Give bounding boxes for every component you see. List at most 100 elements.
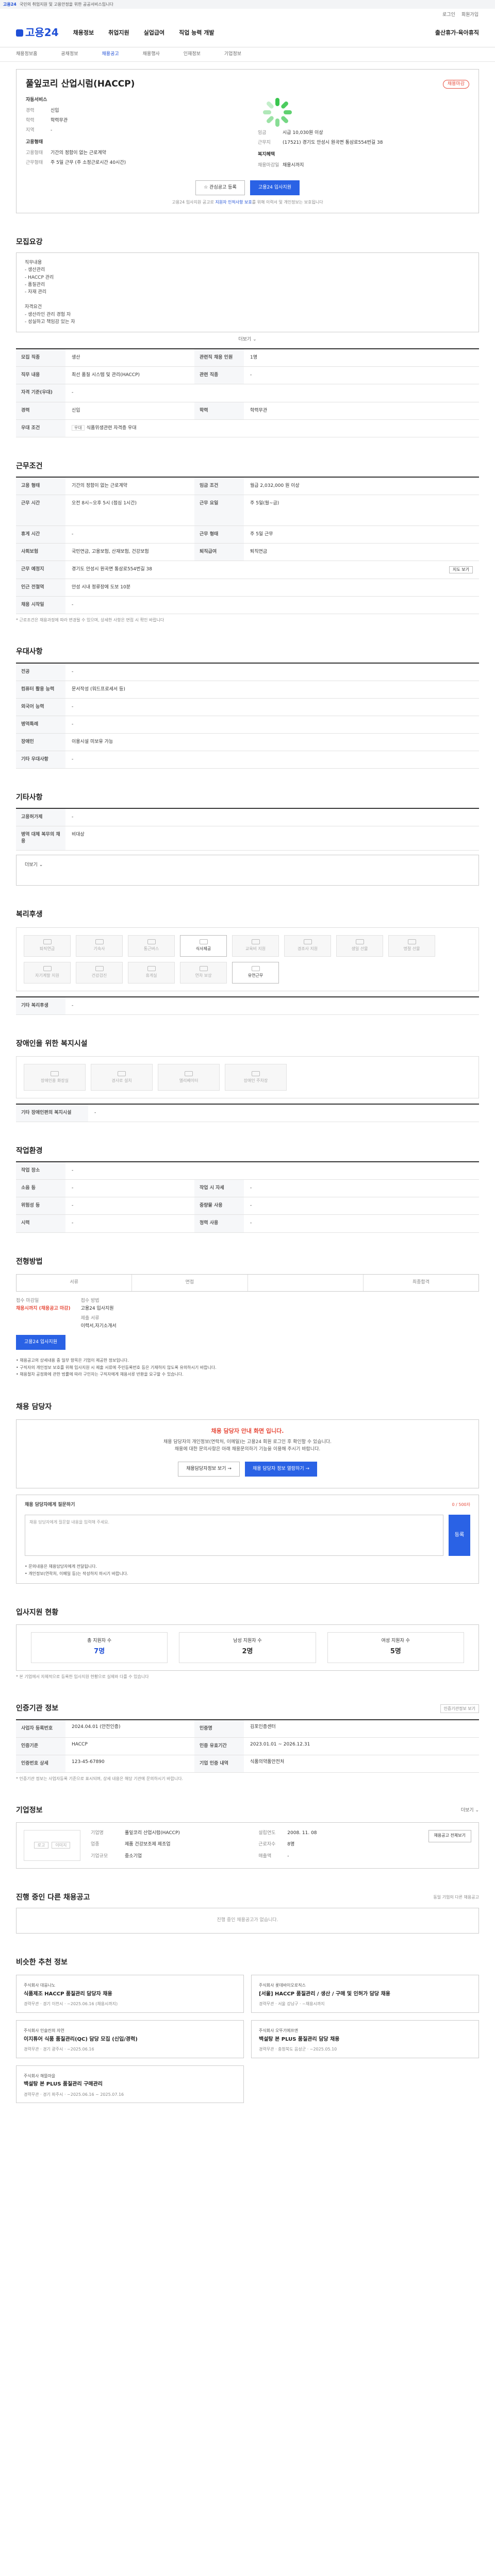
privacy-link[interactable]: 지원자 인적사항 보호 <box>215 200 252 205</box>
welfare-card: 경조사 지원 <box>284 935 331 957</box>
disability-cards: 장애인용 화장실 경사로 설치 엘리베이터 장애인 주차장 <box>16 1056 479 1098</box>
site-logo[interactable]: 고용24 <box>16 25 59 40</box>
reco-card[interactable]: 주식회사 해뜰마을 백설탕 본 PLUS 품질관리 구매관리 경력무관 · 경기 파… <box>16 2065 244 2104</box>
contact-alert: 채용 담당자 안내 화면 입니다. 채용 담당자의 개인정보(연락처, 이메일)… <box>16 1419 479 1488</box>
cert-section: 인증기관 정보 인증기관정보 보기 사업자 등록번호 2024.04.01 (안전인… <box>16 1703 479 1782</box>
table-row: 장애인 이용시설 미보유 가능 <box>16 733 479 751</box>
welfare-icon <box>199 939 208 945</box>
subnav-company[interactable]: 기업정보 <box>224 51 241 58</box>
cert-info-button[interactable]: 인증기관정보 보기 <box>440 1704 479 1714</box>
cert-table: 사업자 등록번호 2024.04.01 (안전인증) 인증명 김포인증센터 인증기준 H… <box>16 1719 479 1773</box>
table-row: 전공 - <box>16 663 479 681</box>
work-section: 근무조건 고용 형태 기간의 정함이 없는 근로계약 임금 조건 월급 2,032,0… <box>16 461 479 623</box>
logo-text: 고용24 <box>25 26 59 39</box>
job-title-row: 풀잎코리 산업시럼(HACCP) 채용마감 <box>26 78 469 91</box>
reco-card[interactable]: 주식회사 대웅나노 식품제조 HACCP 품질관리 담당자 채용 경력무관 · 경기… <box>16 1975 244 2013</box>
etc-more-box: 더보기 ⌄ <box>16 855 479 886</box>
empty-state: 진행 중인 채용공고가 없습니다. <box>16 1907 479 1934</box>
welfare-icon <box>407 939 416 945</box>
section-title: 채용 담당자 <box>16 1402 52 1411</box>
more-button[interactable]: 더보기 ⌄ <box>16 336 479 343</box>
top-notice-bar: 고용24 국민의 취업지원 및 고용안정을 위한 공공서비스입니다 <box>0 0 495 9</box>
reco-card[interactable]: 주식회사 롯데바이오로직스 [서울] HACCP 품질관리 / 생산 / 구매 및… <box>251 1975 479 2013</box>
welfare-card: 건강검진 <box>76 961 123 984</box>
welfare-card: 연차 보상 <box>180 961 227 984</box>
table-row: 모집 직종 생산 관련직 채용 인원 1명 <box>16 349 479 367</box>
stats-box: 총 지원자 수 7명 남성 지원자 수 2명 여성 지원자 수 5명 <box>16 1624 479 1671</box>
header-row: 학력 학력무관 <box>26 117 68 123</box>
welfare-icon <box>43 966 52 972</box>
section-title: 입사지원 현황 <box>16 1608 59 1617</box>
company-logo: 로고 이미지 <box>24 1829 80 1861</box>
company-section: 기업정보 더보기 ⌄ 로고 이미지 기업명 풀잎코리 산업시럼(HACCP) 설립연도… <box>16 1805 479 1869</box>
question-submit-button[interactable]: 등록 <box>449 1515 470 1556</box>
subnav-home[interactable]: 채용정보홈 <box>16 51 37 58</box>
company-card: 로고 이미지 기업명 풀잎코리 산업시럼(HACCP) 설립연도 2008. 11. … <box>16 1822 479 1869</box>
question-textarea[interactable]: 채용 담당자에게 질문할 내용을 입력해 주세요. <box>25 1515 443 1556</box>
table-row: 직무 내용 최선 품질 시스템 및 관리(HACCP) 관련 직종 - <box>16 367 479 385</box>
reco-card[interactable]: 주식회사 인슐린의 자연 이지튜어 식품 품질관리(QC) 담당 모집 (신입/경… <box>16 2020 244 2058</box>
more-button[interactable]: 더보기 ⌄ <box>461 1807 479 1814</box>
gnb-menu-support[interactable]: 취업지원 <box>108 29 129 37</box>
table-row: 컴퓨터 활용 능력 문서작성 (워드프로세서 등) <box>16 681 479 699</box>
table-row: 기타 장애인편의 복지시설 - <box>16 1104 479 1123</box>
table-row: 외국어 능력 - <box>16 698 479 716</box>
gnb-menu-leave[interactable]: 출산휴가·육아휴직 <box>435 29 479 37</box>
privacy-note: 고용24 입사지원 공고로 지원자 인적사항 보호를 위해 이력서 및 개인정보… <box>172 199 323 205</box>
step-item: 서류 <box>16 1274 133 1291</box>
facility-icon <box>185 1071 193 1076</box>
char-counter: 0 / 500자 <box>452 1502 470 1507</box>
welfare-card: 자기계발 지원 <box>24 961 71 984</box>
facility-card: 경사로 설치 <box>91 1063 153 1091</box>
contact-info-button[interactable]: 채용담당자정보 보기 → <box>178 1461 240 1477</box>
reco-card[interactable]: 주식회사 오뚜기에프엔 백설탕 본 PLUS 품질관리 담당 채용 경력무관 · 충… <box>251 2020 479 2058</box>
subnav-public[interactable]: 공채정보 <box>61 51 78 58</box>
section-title: 인증기관 정보 <box>16 1704 59 1713</box>
gnb-menu-jobs[interactable]: 채용정보 <box>73 29 94 37</box>
workenv-section: 작업환경 작업 장소 - 소음 등 - 작업 시 자세 - 위험성 등 - 중량물 사용 - … <box>16 1146 479 1233</box>
contact-view-button[interactable]: 채용 담당자 정보 열람하기 → <box>245 1461 317 1477</box>
subnav-events[interactable]: 채용행사 <box>143 51 160 58</box>
map-button[interactable]: 지도 보기 <box>449 566 473 573</box>
table-row: 기타 우대사항 - <box>16 751 479 769</box>
company-title: 풀잎코리 산업시럼(HACCP) <box>26 79 135 90</box>
section-title: 복리후생 <box>16 910 43 919</box>
section-title: 기업정보 <box>16 1806 43 1815</box>
welfare-icon <box>43 939 52 945</box>
sub-nav: 채용정보홈 공채정보 채용공고 채용행사 인재정보 기업정보 <box>0 47 495 62</box>
subnav-postings[interactable]: 채용공고 <box>102 51 119 58</box>
facility-icon <box>118 1071 126 1076</box>
section-title: 우대사항 <box>16 648 43 656</box>
recruit-table: 모집 직종 생산 관련직 채용 인원 1명 직무 내용 최선 품질 시스템 및 관리(H… <box>16 348 479 437</box>
stat-female: 여성 지원자 수 5명 <box>327 1632 464 1663</box>
question-box: 채용 담당자에게 질문하기 0 / 500자 채용 담당자에게 질문할 내용을 입… <box>16 1494 479 1584</box>
table-row: 고용 형태 기간의 정함이 없는 근로계약 임금 조건 월급 2,032,000 원 … <box>16 477 479 495</box>
header-row: 임금 시급 10,030원 이상 <box>258 130 323 135</box>
welfare-icon <box>251 966 260 972</box>
company-postings-button[interactable]: 채용공고 전체보기 <box>428 1829 471 1842</box>
gnb-menu-benefit[interactable]: 실업급여 <box>144 29 164 37</box>
table-row: 경력 신입 학력 학력무관 <box>16 402 479 420</box>
subnav-talent[interactable]: 인재정보 <box>184 51 201 58</box>
facility-icon <box>252 1071 260 1076</box>
company-info-grid: 기업명 풀잎코리 산업시럼(HACCP) 설립연도 2008. 11. 08 업종 제… <box>91 1830 317 1859</box>
work-table: 고용 형태 기간의 정함이 없는 근로계약 임금 조건 월급 2,032,000 원 … <box>16 476 479 614</box>
login-link[interactable]: 로그인 <box>442 12 455 19</box>
section-title: 비슷한 추천 정보 <box>16 1958 68 1967</box>
table-row: 소음 등 - 작업 시 자세 - <box>16 1180 479 1198</box>
utility-menu: 로그인 회원가입 <box>0 9 495 19</box>
loading-spinner-icon <box>263 97 292 127</box>
table-row: 채용 시작일 - <box>16 596 479 614</box>
more-button[interactable]: 더보기 ⌄ <box>25 862 43 868</box>
section-title: 기타사항 <box>16 793 43 802</box>
apply-button-2[interactable]: 고용24 입사지원 <box>16 1335 65 1350</box>
table-row: 고용허가제 - <box>16 809 479 827</box>
welfare-cards: 퇴직연금 기숙사 통근버스 식사제공 교육비 지원 경조사 지원 생일 선물 명절 선물 자기계… <box>16 927 479 991</box>
bookmark-button[interactable]: ☆ 관심공고 등록 <box>195 180 245 195</box>
join-link[interactable]: 회원가입 <box>461 12 478 19</box>
welfare-icon <box>251 939 260 945</box>
contact-section: 채용 담당자 채용 담당자 안내 화면 입니다. 채용 담당자의 개인정보(연락… <box>16 1402 479 1584</box>
gnb-menu-training[interactable]: 직업 능력 개발 <box>179 29 214 37</box>
stat-total: 총 지원자 수 7명 <box>31 1632 168 1663</box>
apply-button[interactable]: 고용24 입사지원 <box>250 180 300 195</box>
